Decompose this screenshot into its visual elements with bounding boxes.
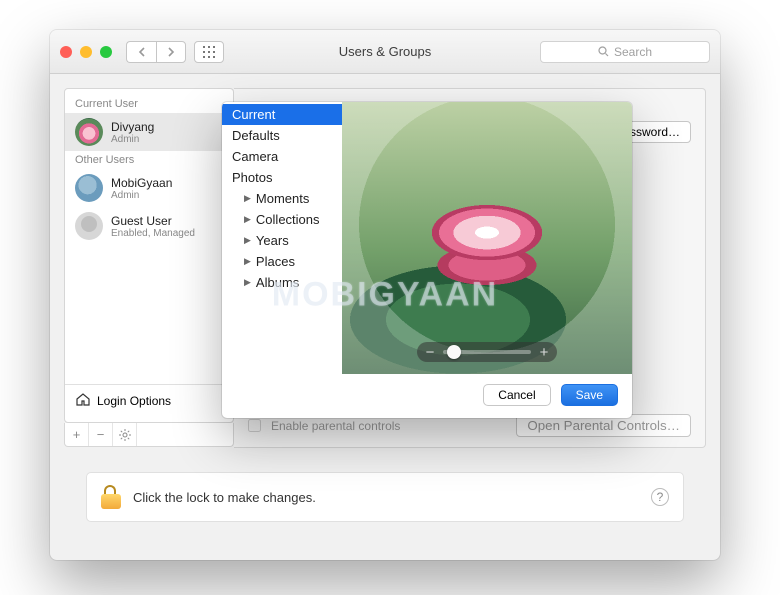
source-camera[interactable]: Camera: [222, 146, 342, 167]
user-row[interactable]: MobiGyaan Admin: [65, 169, 233, 207]
source-list: Current Defaults Camera Photos ▶Moments …: [222, 102, 342, 374]
triangle-right-icon: ▶: [244, 193, 251, 204]
window-title: Users & Groups: [50, 44, 720, 59]
user-name: MobiGyaan: [111, 176, 172, 190]
zoom-in-button[interactable]: +: [537, 344, 551, 361]
lock-text: Click the lock to make changes.: [133, 490, 316, 505]
user-role: Admin: [111, 134, 154, 145]
avatar-preview: − +: [342, 102, 632, 374]
section-other-users: Other Users: [65, 151, 233, 169]
avatar: [75, 118, 103, 146]
source-places[interactable]: ▶Places: [222, 251, 342, 272]
house-icon: [75, 391, 91, 410]
zoom-slider[interactable]: [443, 350, 531, 354]
zoom-out-button[interactable]: −: [423, 344, 437, 361]
preview-image[interactable]: [342, 102, 632, 374]
section-current-user: Current User: [65, 95, 233, 113]
parental-checkbox: [248, 419, 261, 432]
source-current[interactable]: Current: [222, 104, 342, 125]
source-years[interactable]: ▶Years: [222, 230, 342, 251]
avatar: [75, 212, 103, 240]
lock-row: Click the lock to make changes. ?: [86, 472, 684, 522]
lock-icon[interactable]: [101, 485, 121, 509]
source-albums[interactable]: ▶Albums: [222, 272, 342, 293]
parental-label: Enable parental controls: [271, 419, 400, 433]
user-name: Guest User: [111, 214, 195, 228]
source-moments[interactable]: ▶Moments: [222, 188, 342, 209]
login-options-row[interactable]: Login Options: [65, 384, 233, 416]
user-role: Admin: [111, 190, 172, 201]
save-button[interactable]: Save: [561, 384, 618, 406]
triangle-right-icon: ▶: [244, 277, 251, 288]
sidebar-toolbar: + −: [64, 423, 234, 447]
add-user-button[interactable]: +: [65, 423, 89, 446]
preferences-window: Users & Groups Search Current User Divya…: [50, 30, 720, 560]
avatar: [75, 174, 103, 202]
user-row[interactable]: Guest User Enabled, Managed: [65, 207, 233, 245]
source-collections[interactable]: ▶Collections: [222, 209, 342, 230]
help-button[interactable]: ?: [651, 488, 669, 506]
user-role: Enabled, Managed: [111, 228, 195, 239]
settings-button[interactable]: [113, 423, 137, 446]
triangle-right-icon: ▶: [244, 235, 251, 246]
slider-thumb[interactable]: [447, 345, 461, 359]
cancel-button[interactable]: Cancel: [483, 384, 550, 406]
avatar-picker-popover: Current Defaults Camera Photos ▶Moments …: [222, 102, 632, 418]
titlebar: Users & Groups Search: [50, 30, 720, 74]
triangle-right-icon: ▶: [244, 256, 251, 267]
triangle-right-icon: ▶: [244, 214, 251, 225]
user-row[interactable]: Divyang Admin: [65, 113, 233, 151]
login-options-label: Login Options: [97, 394, 171, 408]
popover-footer: Cancel Save: [222, 374, 632, 418]
zoom-control: − +: [417, 342, 557, 362]
source-photos[interactable]: Photos: [222, 167, 342, 188]
source-defaults[interactable]: Defaults: [222, 125, 342, 146]
remove-user-button[interactable]: −: [89, 423, 113, 446]
gear-icon: [119, 429, 131, 441]
user-name: Divyang: [111, 120, 154, 134]
user-list: Current User Divyang Admin Other Users M…: [64, 88, 234, 423]
